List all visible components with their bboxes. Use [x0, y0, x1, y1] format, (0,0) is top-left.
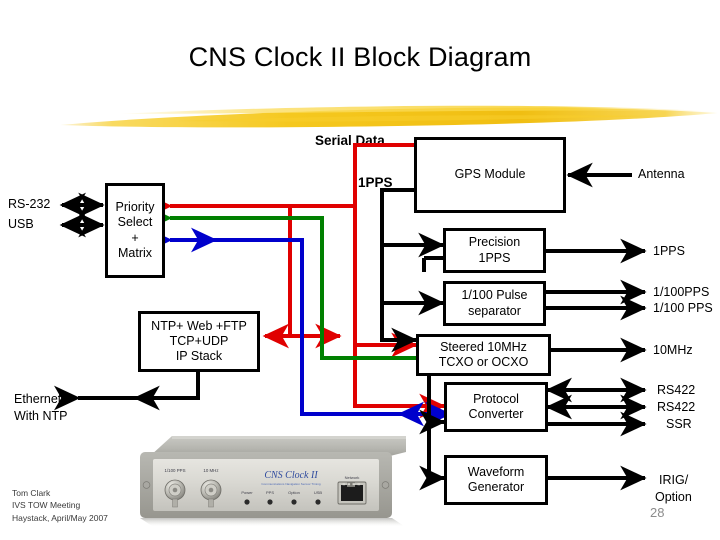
svg-text:Network: Network: [345, 475, 360, 480]
credit-line: Haystack, April/May 2007: [12, 512, 108, 523]
svg-text:CNS Clock II: CNS Clock II: [264, 470, 318, 481]
block-line: Steered 10MHz: [440, 339, 527, 354]
block-line: TCP+UDP: [169, 333, 229, 348]
block-line: NTP+ Web +FTP: [151, 318, 247, 333]
svg-text:10 MHz: 10 MHz: [203, 468, 218, 473]
block-line: GPS Module: [454, 167, 526, 182]
block-line: IP Stack: [175, 349, 223, 364]
page-title: CNS Clock II Block Diagram: [188, 42, 532, 72]
label-usb: USB: [8, 217, 34, 231]
block-line: Select: [117, 215, 153, 230]
block-gps-module[interactable]: GPS Module: [414, 137, 566, 213]
credit-block: Tom Clark IVS TOW Meeting Haystack, Apri…: [12, 487, 108, 524]
label-out-10mhz: 10MHz: [653, 343, 693, 357]
block-priority-select[interactable]: Priority Select + Matrix: [105, 183, 165, 278]
credit-line: Tom Clark: [12, 488, 51, 498]
page-number: 28: [650, 505, 665, 520]
label-out-100pps-b: 1/100 PPS: [653, 301, 713, 315]
label-out-1pps: 1PPS: [653, 244, 685, 258]
cns-clock-device-photo: 1/100 PPS 10 MHz CNS Clock II Communicat…: [140, 436, 406, 526]
block-line: 1PPS: [478, 250, 511, 265]
block-line: Precision: [468, 235, 521, 250]
svg-text:Option: Option: [288, 490, 300, 495]
svg-text:Power: Power: [241, 490, 253, 495]
svg-text:1/100 PPS: 1/100 PPS: [165, 468, 186, 473]
block-line: TCXO or OCXO: [438, 355, 529, 369]
block-ip-stack[interactable]: NTP+ Web +FTP TCP+UDP IP Stack: [138, 311, 260, 372]
svg-text:PPS: PPS: [266, 490, 274, 495]
block-waveform-generator[interactable]: Waveform Generator: [444, 455, 548, 505]
block-steered-10mhz[interactable]: Steered 10MHz TCXO or OCXO: [416, 334, 551, 376]
label-antenna: Antenna: [638, 167, 685, 181]
block-line: Matrix: [117, 245, 153, 260]
label-rs232: RS-232: [8, 197, 51, 211]
block-pulse-separator[interactable]: 1/100 Pulse separator: [443, 281, 546, 326]
slide-canvas: CNS Clock II Block Diagram Serial Data 1…: [0, 0, 720, 540]
label-ethernet-line1: Ethernet: [14, 392, 62, 406]
block-precision-1pps[interactable]: Precision 1PPS: [443, 228, 546, 273]
svg-text:Communications Navigation Sens: Communications Navigation Sensor Timing: [261, 482, 320, 486]
block-line: Converter: [468, 407, 524, 421]
label-out-ssr: SSR: [666, 417, 692, 431]
label-out-rs422-b: RS422: [657, 400, 696, 414]
block-line: Waveform: [467, 464, 525, 479]
block-line: separator: [468, 303, 521, 318]
label-out-irig-line2: Option: [655, 490, 692, 504]
svg-text:USB: USB: [314, 490, 323, 495]
block-protocol-converter[interactable]: Protocol Converter: [444, 382, 548, 432]
block-line: Generator: [467, 480, 525, 494]
block-line: +: [131, 230, 139, 245]
label-1pps-internal: 1PPS: [358, 175, 393, 190]
label-out-rs422-a: RS422: [657, 383, 696, 397]
credit-line: IVS TOW Meeting: [12, 500, 81, 511]
brush-stroke-decoration: [60, 105, 718, 128]
label-serial-data: Serial Data: [315, 133, 385, 148]
block-line: Priority: [115, 200, 155, 214]
block-line: 1/100 Pulse: [461, 288, 528, 303]
block-line: Protocol: [473, 391, 519, 406]
label-out-irig-line1: IRIG/: [659, 473, 689, 487]
label-ethernet-line2: With NTP: [14, 409, 68, 423]
label-out-100pps-a: 1/100PPS: [653, 285, 710, 299]
